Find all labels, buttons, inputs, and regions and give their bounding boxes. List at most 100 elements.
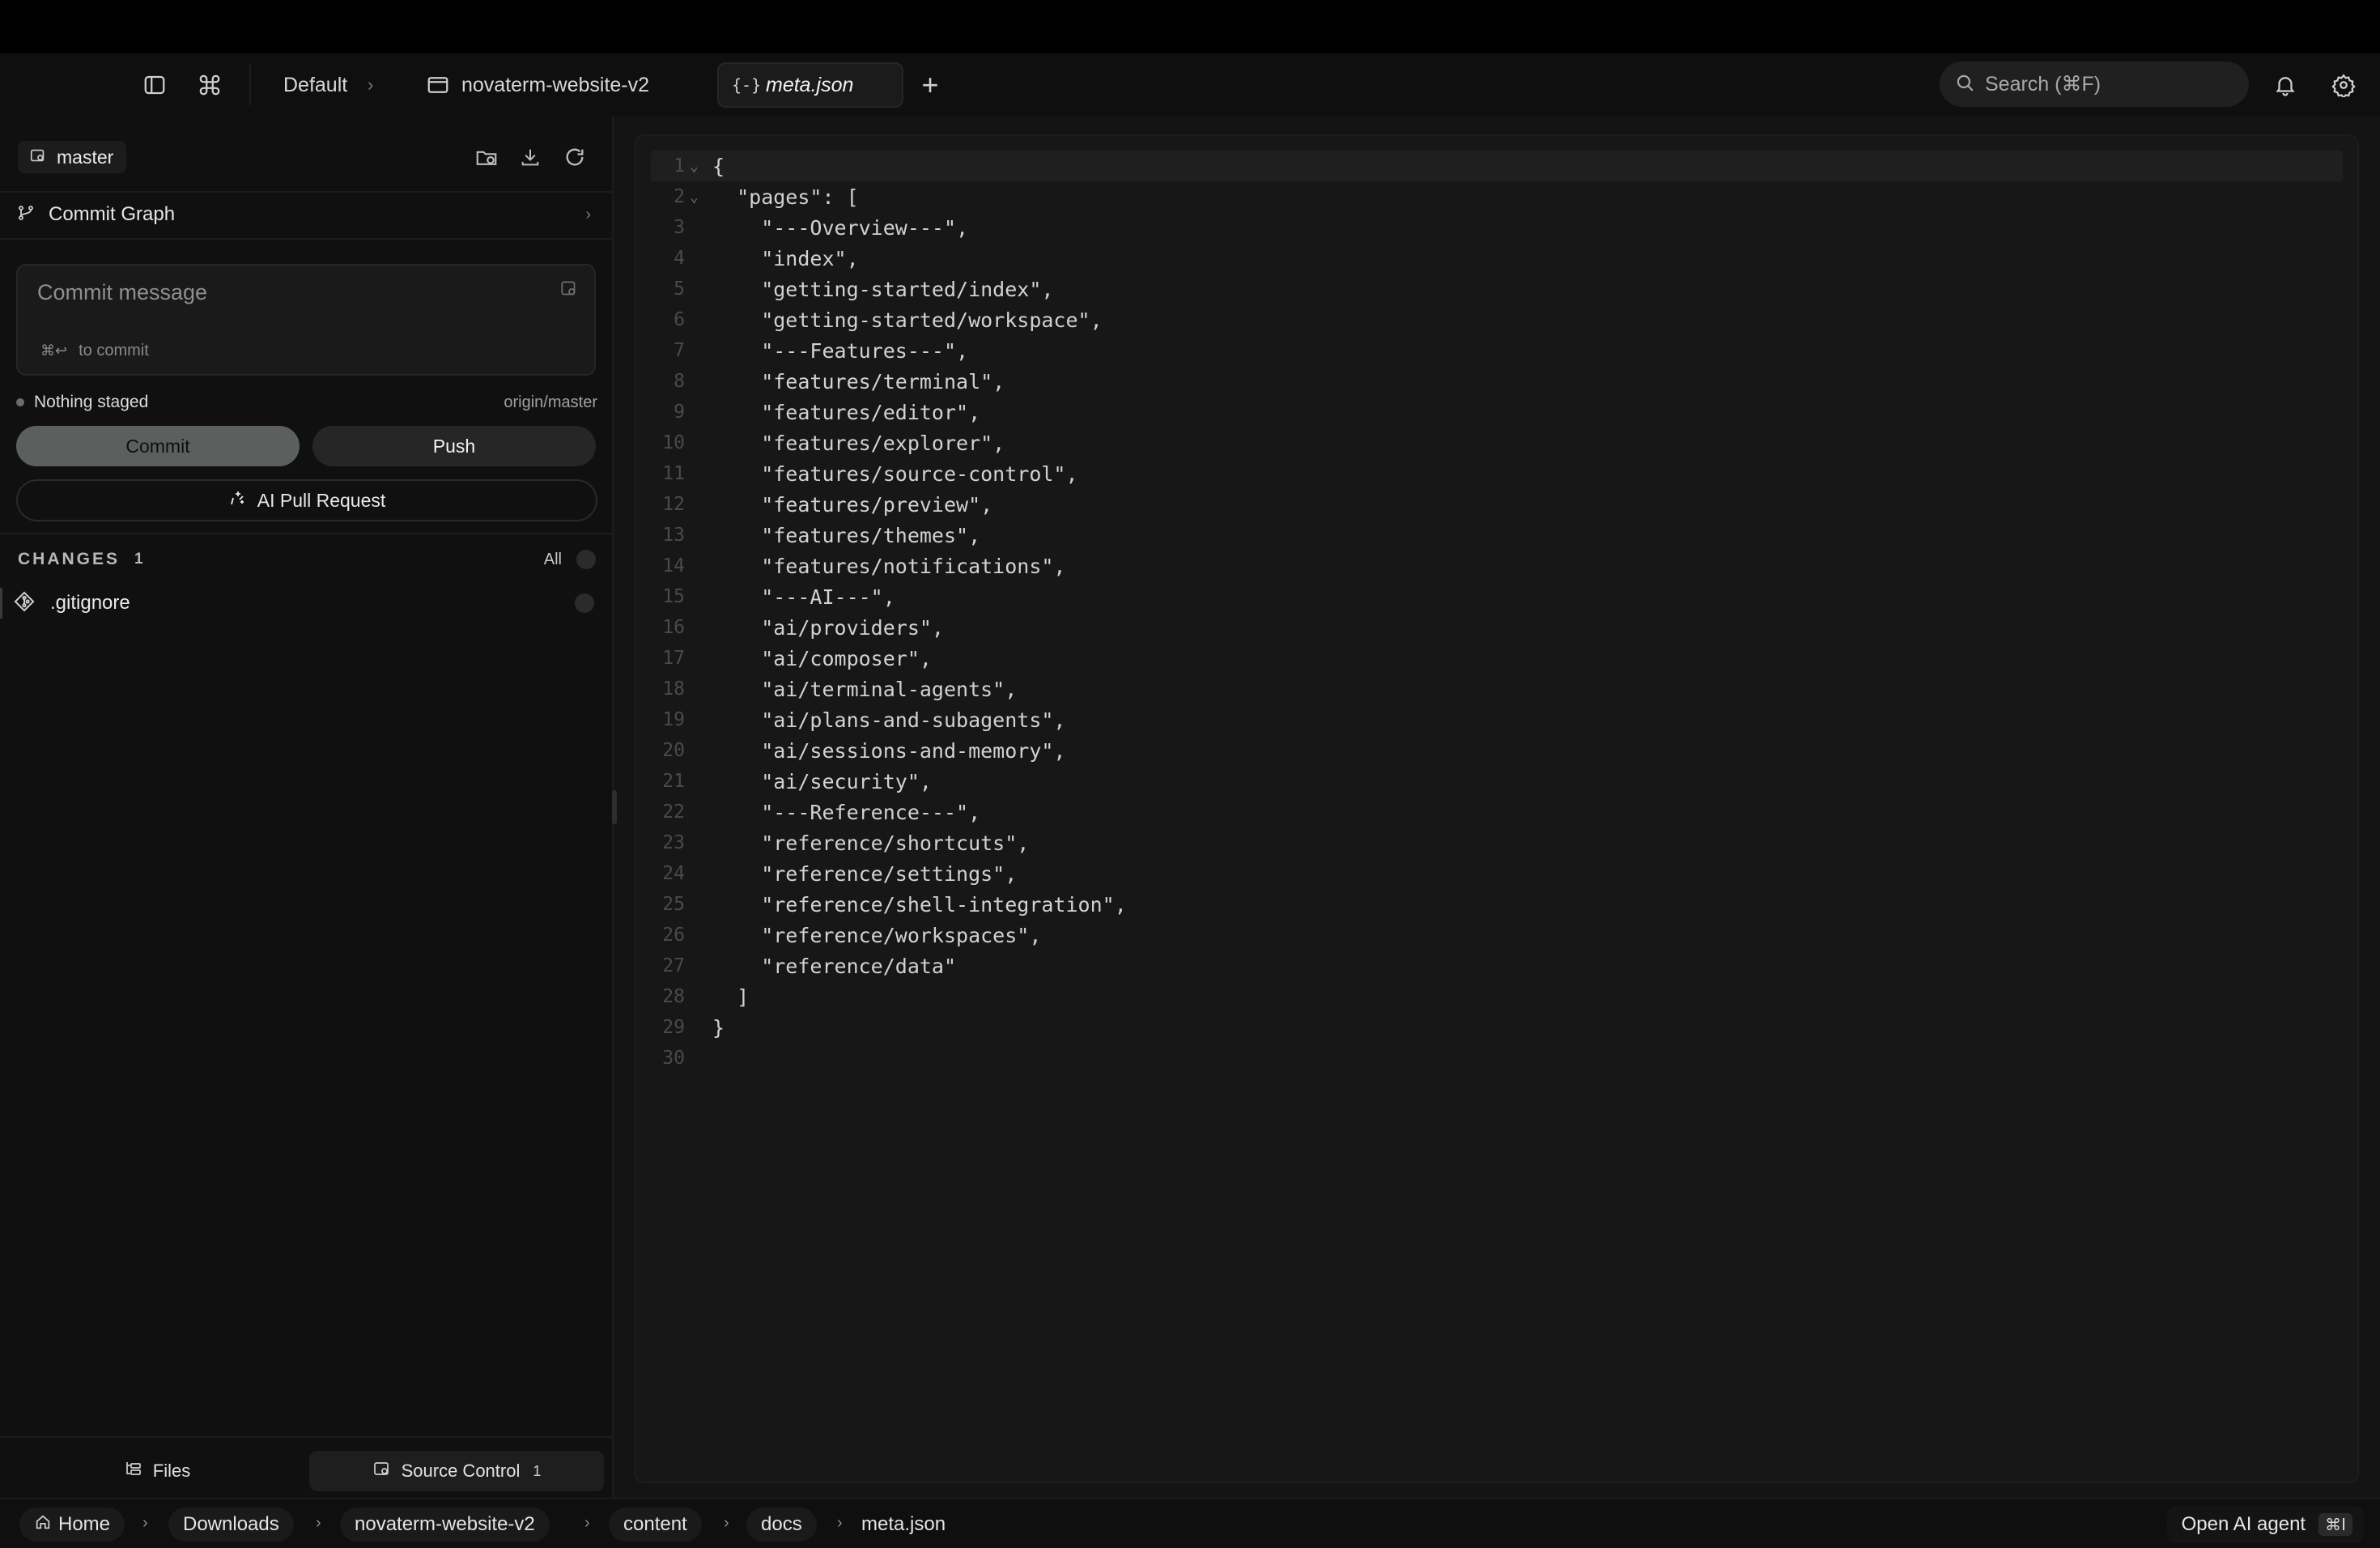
code-text: "ai/security", <box>712 769 932 793</box>
list-item[interactable]: .gitignore <box>0 585 612 622</box>
code-line[interactable]: 3 "---Overview---", <box>636 212 2357 243</box>
ai-generate-icon[interactable] <box>559 279 580 304</box>
code-editor[interactable]: 1 ⌄{2 ⌄ "pages": [3 "---Overview---", 4 "in… <box>635 134 2359 1483</box>
open-ai-agent-button[interactable]: Open AI agent ⌘I <box>2166 1506 2364 1543</box>
ai-pull-request-button[interactable]: AI Pull Request <box>16 479 597 521</box>
code-line[interactable]: 1 ⌄ { <box>651 151 2343 181</box>
branch-selector[interactable]: master <box>18 141 127 173</box>
code-line[interactable]: 20 "ai/sessions-and-memory", <box>636 735 2357 766</box>
breadcrumb-content[interactable]: content <box>609 1508 702 1542</box>
code-line[interactable]: 27 "reference/data" <box>636 950 2357 981</box>
commit-message-box: ⌘↩ to commit <box>16 264 596 376</box>
divider <box>0 533 612 534</box>
stage-all-checkbox[interactable] <box>576 550 596 569</box>
code-line[interactable]: 13 "features/themes", <box>636 520 2357 551</box>
code-line[interactable]: 28 ] <box>636 981 2357 1012</box>
code-text: "getting-started/workspace", <box>712 308 1103 332</box>
code-line[interactable]: 18 "ai/terminal-agents", <box>636 674 2357 704</box>
code-line[interactable]: 16 "ai/providers", <box>636 612 2357 643</box>
commit-graph-row[interactable]: Commit Graph › <box>0 191 612 238</box>
git-file-icon <box>13 590 39 617</box>
code-line[interactable]: 15 "---AI---", <box>636 581 2357 612</box>
project-label[interactable]: novaterm-website-v2 <box>461 71 649 99</box>
commit-message-input[interactable] <box>37 280 539 313</box>
code-text: "---AI---", <box>712 585 895 609</box>
search-box[interactable] <box>1940 62 2249 107</box>
code-line[interactable]: 14 "features/notifications", <box>636 551 2357 581</box>
code-line[interactable]: 30 <box>636 1043 2357 1074</box>
code-line[interactable]: 22 "---Reference---", <box>636 797 2357 827</box>
search-input[interactable] <box>1985 72 2244 96</box>
new-tab-plus-icon[interactable]: + <box>915 70 946 100</box>
code-line[interactable]: 23 "reference/shortcuts", <box>636 827 2357 858</box>
titlebar-divider <box>249 65 251 105</box>
status-text: Nothing staged <box>34 393 149 411</box>
code-line[interactable]: 2 ⌄ "pages": [ <box>636 181 2357 212</box>
breadcrumb-project[interactable]: novaterm-website-v2 <box>340 1508 550 1542</box>
line-number: 12 <box>662 494 685 515</box>
push-button[interactable]: Push <box>312 426 596 466</box>
tab-label: meta.json <box>766 73 854 96</box>
folder-add-icon[interactable] <box>470 141 503 173</box>
code-line[interactable]: 9 "features/editor", <box>636 397 2357 427</box>
line-number: 17 <box>662 648 685 669</box>
gear-icon[interactable] <box>2328 70 2359 100</box>
code-line[interactable]: 21 "ai/security", <box>636 766 2357 797</box>
changes-title: CHANGES <box>18 550 121 568</box>
code-text: "ai/composer", <box>712 646 932 670</box>
code-line[interactable]: 24 "reference/settings", <box>636 858 2357 889</box>
files-tab-label: Files <box>152 1461 191 1481</box>
stage-file-checkbox[interactable] <box>575 593 594 613</box>
tab-source-control[interactable]: Source Control 1 <box>309 1451 604 1491</box>
code-line[interactable]: 12 "features/preview", <box>636 489 2357 520</box>
breadcrumb-docs[interactable]: docs <box>746 1508 817 1542</box>
tab-files[interactable]: Files <box>16 1451 298 1491</box>
bell-icon[interactable] <box>2270 70 2301 100</box>
refresh-icon[interactable] <box>559 141 591 173</box>
staging-status: Nothing staged origin/master <box>16 389 597 416</box>
line-number: 25 <box>662 894 685 915</box>
window-icon <box>423 70 453 100</box>
code-line[interactable]: 4 "index", <box>636 243 2357 274</box>
code-text: "ai/terminal-agents", <box>712 677 1018 701</box>
line-number: 5 <box>674 279 685 300</box>
line-number: 2 <box>674 186 685 207</box>
code-line[interactable]: 7 "---Features---", <box>636 335 2357 366</box>
stage-all-label[interactable]: All <box>544 551 562 569</box>
line-number: 29 <box>662 1017 685 1038</box>
tab-meta-json[interactable]: {-} meta.json <box>717 62 903 108</box>
code-line[interactable]: 17 "ai/composer", <box>636 643 2357 674</box>
breadcrumb-downloads[interactable]: Downloads <box>168 1508 294 1542</box>
line-number: 28 <box>662 986 685 1007</box>
code-line[interactable]: 26 "reference/workspaces", <box>636 920 2357 950</box>
download-icon[interactable] <box>514 141 546 173</box>
sidebar-toggle-icon[interactable] <box>139 70 170 100</box>
line-number: 7 <box>674 340 685 361</box>
line-number: 9 <box>674 402 685 423</box>
changes-count: 1 <box>134 551 143 568</box>
fold-chevron-icon[interactable]: ⌄ <box>690 189 699 206</box>
commit-hint: ⌘↩ to commit <box>40 342 149 360</box>
code-text: "ai/providers", <box>712 615 944 640</box>
fold-chevron-icon[interactable]: ⌄ <box>690 158 699 175</box>
code-line[interactable]: 19 "ai/plans-and-subagents", <box>636 704 2357 735</box>
code-line[interactable]: 6 "getting-started/workspace", <box>636 304 2357 335</box>
workspace-label[interactable]: Default <box>283 71 347 99</box>
code-line[interactable]: 10 "features/explorer", <box>636 427 2357 458</box>
code-text: } <box>712 1015 725 1040</box>
code-text: "ai/sessions-and-memory", <box>712 738 1066 763</box>
line-number: 23 <box>662 832 685 853</box>
code-line[interactable]: 11 "features/source-control", <box>636 458 2357 489</box>
line-number: 16 <box>662 617 685 638</box>
code-text: "getting-started/index", <box>712 277 1054 301</box>
code-text: "reference/shortcuts", <box>712 831 1030 855</box>
code-line[interactable]: 29} <box>636 1012 2357 1043</box>
code-line[interactable]: 5 "getting-started/index", <box>636 274 2357 304</box>
code-line[interactable]: 25 "reference/shell-integration", <box>636 889 2357 920</box>
sidebar-resize-handle[interactable] <box>612 790 617 824</box>
commit-button[interactable]: Commit <box>16 426 300 466</box>
code-line[interactable]: 8 "features/terminal", <box>636 366 2357 397</box>
breadcrumb-home[interactable]: Home <box>19 1508 125 1542</box>
breadcrumb-file[interactable]: meta.json <box>847 1508 960 1542</box>
command-icon[interactable] <box>194 70 225 100</box>
